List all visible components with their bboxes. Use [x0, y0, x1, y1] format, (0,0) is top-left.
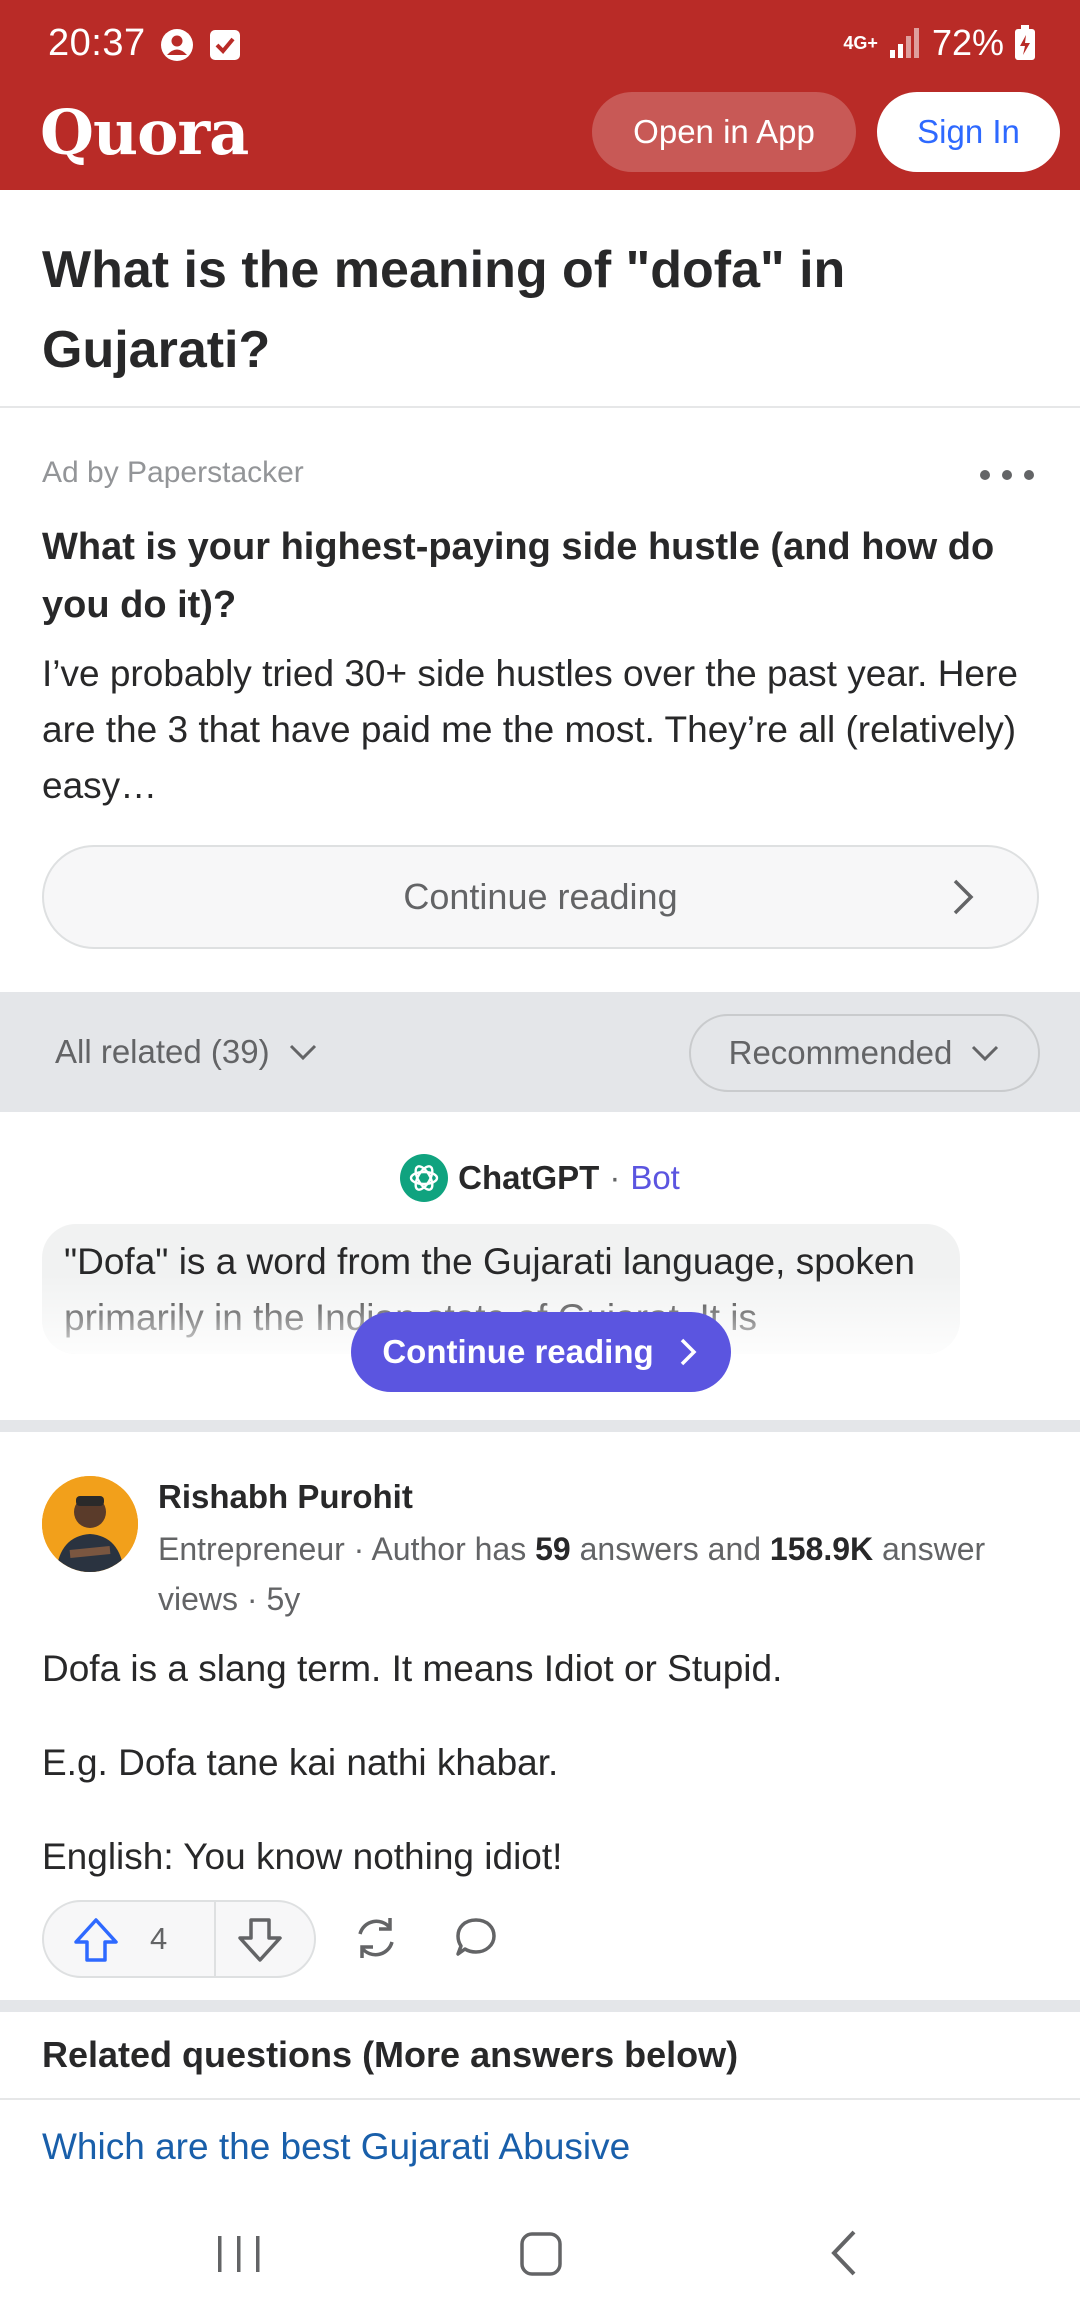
- question-title: What is the meaning of "dofa" in Gujarat…: [42, 241, 846, 379]
- more-options-icon[interactable]: [980, 460, 1034, 490]
- bot-separator: ·: [609, 1159, 621, 1196]
- chevron-right-icon: [680, 1338, 697, 1366]
- open-in-app-button[interactable]: Open in App: [592, 92, 856, 172]
- system-navigation-bar: [0, 2190, 1080, 2316]
- ad-continue-label: Continue reading: [403, 876, 678, 917]
- comment-icon[interactable]: [452, 1914, 500, 1962]
- signal-icon: [889, 28, 919, 58]
- chevron-down-icon: [972, 1045, 999, 1062]
- share-icon[interactable]: [352, 1914, 400, 1962]
- vote-control: 4: [42, 1900, 316, 1978]
- sort-label: Recommended: [728, 1034, 953, 1071]
- bot-continue-reading-button[interactable]: Continue reading: [351, 1312, 731, 1392]
- bot-name[interactable]: ChatGPT: [458, 1159, 599, 1197]
- author-credential: Entrepreneur · Author has 59 answers and…: [158, 1524, 1038, 1624]
- divider: [0, 2098, 1080, 2100]
- status-right: 4G+ 72%: [843, 22, 1036, 64]
- section-separator: [0, 1420, 1080, 1432]
- chevron-right-icon: [953, 879, 974, 915]
- recent-apps-icon[interactable]: [204, 2220, 274, 2286]
- upvote-count: 4: [150, 1921, 168, 1956]
- battery-percent: 72%: [931, 22, 1004, 63]
- credential-prefix: Entrepreneur · Author has: [158, 1531, 536, 1567]
- answers-filter-bar: All related (39) Recommended: [0, 992, 1080, 1112]
- status-time: 20:37: [48, 22, 146, 64]
- bot-continue-label: Continue reading: [382, 1333, 654, 1370]
- downvote-icon[interactable]: [236, 1916, 284, 1964]
- ad-body: I’ve probably tried 30+ side hustles ove…: [42, 653, 1018, 806]
- ad-sponsor[interactable]: Ad by Paperstacker: [42, 456, 304, 490]
- app-header: 20:37 4G+ 72% Quora Open in App Sign In: [0, 0, 1080, 190]
- bot-header: ChatGPT · Bot: [0, 1152, 1080, 1204]
- answer-paragraph: English: You know nothing idiot!: [42, 1836, 563, 1877]
- ad-title[interactable]: What is your highest-paying side hustle …: [42, 518, 1042, 634]
- divider: [0, 406, 1080, 408]
- answer-paragraph: Dofa is a slang term. It means Idiot or …: [42, 1648, 783, 1689]
- bot-tag: Bot: [630, 1159, 680, 1196]
- account-icon: [161, 29, 193, 61]
- sort-dropdown[interactable]: Recommended: [689, 1014, 1040, 1092]
- chevron-down-icon: [289, 1044, 316, 1061]
- author-name[interactable]: Rishabh Purohit: [158, 1478, 413, 1516]
- credential-mid: answers and: [570, 1531, 770, 1567]
- quora-logo[interactable]: Quora: [40, 96, 249, 169]
- answers-count: 59: [535, 1531, 571, 1567]
- upvote-icon[interactable]: [72, 1916, 120, 1964]
- home-icon[interactable]: [506, 2220, 576, 2286]
- views-count: 158.9K: [769, 1531, 874, 1567]
- ad-continue-reading-button[interactable]: Continue reading: [42, 845, 1039, 949]
- status-bar: 20:37 4G+ 72%: [0, 0, 1080, 92]
- sign-in-button[interactable]: Sign In: [877, 92, 1060, 172]
- author-avatar[interactable]: [42, 1476, 138, 1572]
- answer-paragraph: E.g. Dofa tane kai nathi khabar.: [42, 1742, 559, 1783]
- all-related-label: All related (39): [55, 1033, 270, 1070]
- section-separator: [0, 2000, 1080, 2012]
- vote-divider: [214, 1902, 216, 1976]
- chatgpt-logo-icon: [400, 1154, 449, 1202]
- network-type: 4G+: [843, 33, 878, 53]
- back-icon[interactable]: [810, 2220, 880, 2286]
- related-question-link[interactable]: Which are the best Gujarati Abusive: [42, 2126, 630, 2168]
- checkbox-notification-icon: [210, 30, 240, 60]
- battery-charging-icon: [1015, 25, 1035, 60]
- all-related-dropdown[interactable]: All related (39): [55, 992, 318, 1112]
- related-questions-heading: Related questions (More answers below): [42, 2034, 739, 2075]
